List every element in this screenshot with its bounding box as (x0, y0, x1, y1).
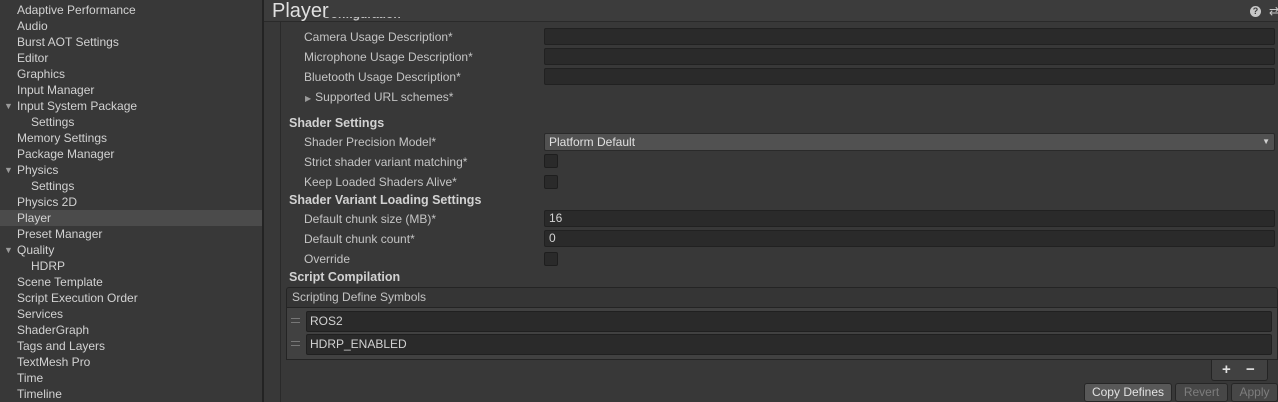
camera-usage-field[interactable] (544, 28, 1275, 45)
sidebar-item-label: Player (17, 211, 52, 225)
bluetooth-usage-label: Bluetooth Usage Description* (304, 70, 461, 84)
sidebar-item-label: Audio (17, 19, 48, 33)
sidebar-item[interactable]: Settings (0, 178, 262, 194)
sidebar-item-label: Physics (17, 163, 59, 177)
project-settings-sidebar: Adaptive Performance Audio Burst AOT Setti… (0, 0, 262, 402)
minus-icon[interactable]: − (1246, 360, 1255, 379)
chunk-count-label: Default chunk count* (304, 232, 415, 246)
sidebar-item[interactable]: Input Manager (0, 82, 262, 98)
triangle-down-icon[interactable]: ▼ (4, 242, 13, 258)
camera-usage-label: Camera Usage Description* (304, 30, 453, 44)
define-symbols-header: Scripting Define Symbols (286, 287, 1278, 308)
keep-loaded-label: Keep Loaded Shaders Alive* (304, 175, 457, 189)
sidebar-item-label: Quality (17, 243, 55, 257)
title-bar (264, 0, 1278, 22)
shader-precision-label: Shader Precision Model* (304, 135, 437, 149)
url-schemes-foldout[interactable]: ▶ Supported URL schemes* (305, 89, 453, 105)
sidebar-item-label: TextMesh Pro (17, 355, 91, 369)
sidebar-item-label: Graphics (17, 67, 66, 81)
chunk-size-label: Default chunk size (MB)* (304, 212, 437, 226)
shader-precision-dropdown[interactable]: Platform Default ▼ (544, 133, 1275, 151)
sidebar-item-label: Timeline (17, 387, 62, 401)
sidebar-item-label: Memory Settings (17, 131, 108, 145)
sidebar-item-label: Burst AOT Settings (17, 35, 119, 49)
sidebar-item[interactable]: Physics 2D (0, 194, 262, 210)
sidebar-item-label: ShaderGraph (17, 323, 90, 337)
define-symbol-item[interactable]: ROS2 (306, 311, 1272, 332)
shader-precision-value: Platform Default (549, 135, 636, 149)
question-mark-icon[interactable]: ? (1250, 6, 1261, 17)
microphone-usage-label: Microphone Usage Description* (304, 50, 473, 64)
copy-defines-button[interactable]: Copy Defines (1084, 383, 1172, 402)
sidebar-item-label: Time (17, 371, 44, 385)
sidebar-item[interactable]: Preset Manager (0, 226, 262, 242)
drag-handle-icon[interactable] (291, 341, 300, 346)
sidebar-item[interactable]: ▼ Quality (0, 242, 262, 258)
sidebar-item-label: Adaptive Performance (17, 3, 136, 17)
sidebar-item[interactable]: ▼ Input System Package (0, 98, 262, 114)
scroll-guide (280, 22, 281, 402)
url-schemes-label: Supported URL schemes* (315, 90, 454, 104)
sidebar-item[interactable]: TextMesh Pro (0, 354, 262, 370)
sidebar-item[interactable]: Scene Template (0, 274, 262, 290)
sidebar-item-label: Package Manager (17, 147, 115, 161)
triangle-down-icon[interactable]: ▼ (4, 98, 13, 114)
clipped-section-heading: Configuration (322, 17, 412, 23)
sidebar-item[interactable]: Package Manager (0, 146, 262, 162)
override-checkbox[interactable] (544, 252, 558, 266)
sidebar-item-label: Preset Manager (17, 227, 103, 241)
shader-settings-heading: Shader Settings (289, 116, 385, 130)
sidebar-item[interactable]: ShaderGraph (0, 322, 262, 338)
sidebar-item[interactable]: Player (0, 210, 262, 226)
sidebar-item[interactable]: Memory Settings (0, 130, 262, 146)
sidebar-item-label: Tags and Layers (17, 339, 106, 353)
list-footer: + − (1211, 360, 1268, 381)
chevron-down-icon: ▼ (1262, 137, 1270, 146)
sidebar-item[interactable]: Audio (0, 18, 262, 34)
sidebar-item[interactable]: Services (0, 306, 262, 322)
sidebar-item-label: HDRP (31, 259, 66, 273)
drag-handle-icon[interactable] (291, 318, 300, 323)
keep-loaded-checkbox[interactable] (544, 175, 558, 189)
triangle-down-icon[interactable]: ▼ (4, 162, 13, 178)
sidebar-item-label: Input Manager (17, 83, 95, 97)
triangle-right-icon: ▶ (305, 94, 312, 103)
sidebar-item[interactable]: Burst AOT Settings (0, 34, 262, 50)
strict-variant-label: Strict shader variant matching* (304, 155, 468, 169)
sidebar-item-label: Editor (17, 51, 49, 65)
microphone-usage-field[interactable] (544, 48, 1275, 65)
sidebar-item-label: Settings (31, 115, 75, 129)
sliders-icon[interactable]: ⇄ (1269, 4, 1278, 18)
variant-loading-heading: Shader Variant Loading Settings (289, 193, 482, 207)
sidebar-item[interactable]: Editor (0, 50, 262, 66)
page-title: Player (272, 0, 329, 22)
chunk-size-field[interactable]: 16 (544, 210, 1275, 227)
panel-gutter (264, 0, 280, 402)
sidebar-item-label: Script Execution Order (17, 291, 138, 305)
sidebar-item[interactable]: ▼ Physics (0, 162, 262, 178)
bluetooth-usage-field[interactable] (544, 68, 1275, 85)
sidebar-item[interactable]: Timeline (0, 386, 262, 402)
sidebar-item[interactable]: Graphics (0, 66, 262, 82)
revert-button[interactable]: Revert (1175, 383, 1228, 402)
sidebar-item-label: Services (17, 307, 64, 321)
sidebar-item[interactable]: Time (0, 370, 262, 386)
define-symbol-item[interactable]: HDRP_ENABLED (306, 334, 1272, 355)
override-label: Override (304, 252, 351, 266)
sidebar-item[interactable]: Script Execution Order (0, 290, 262, 306)
sidebar-item-label: Input System Package (17, 99, 138, 113)
apply-button[interactable]: Apply (1231, 383, 1278, 402)
plus-icon[interactable]: + (1222, 360, 1231, 379)
sidebar-item[interactable]: Tags and Layers (0, 338, 262, 354)
strict-variant-checkbox[interactable] (544, 154, 558, 168)
sidebar-item[interactable]: HDRP (0, 258, 262, 274)
sidebar-item-label: Physics 2D (17, 195, 78, 209)
sidebar-item[interactable]: Adaptive Performance (0, 2, 262, 18)
sidebar-item-label: Settings (31, 179, 75, 193)
script-compilation-heading: Script Compilation (289, 270, 401, 284)
chunk-count-field[interactable]: 0 (544, 230, 1275, 247)
sidebar-item[interactable]: Settings (0, 114, 262, 130)
sidebar-item-label: Scene Template (17, 275, 103, 289)
